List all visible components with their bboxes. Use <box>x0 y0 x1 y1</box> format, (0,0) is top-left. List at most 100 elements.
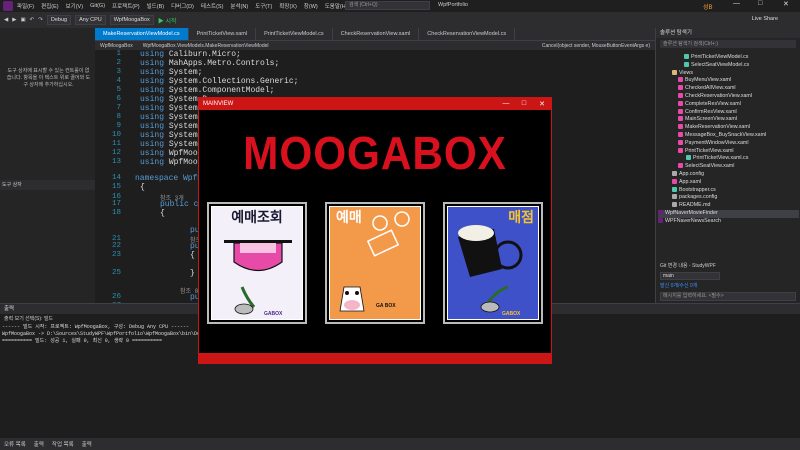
nav-project[interactable]: WpfMoogaBox <box>95 43 138 49</box>
user-avatar[interactable]: 성B <box>703 2 713 11</box>
tab-output[interactable]: 출력 <box>30 440 48 448</box>
solution-tree-item[interactable]: WPFNaverNewsSearch <box>658 218 799 226</box>
card-reservation-check[interactable]: 예매조회 GABOX <box>207 202 307 324</box>
mainview-minimize-button[interactable]: — <box>497 100 515 108</box>
config-select[interactable]: Debug <box>46 15 72 25</box>
line-number: 9 <box>116 122 121 130</box>
menu-window[interactable]: 창(W) <box>304 2 318 10</box>
solution-tree-item[interactable]: ConfirmResView.xaml <box>678 109 799 117</box>
file-icon <box>658 210 663 216</box>
doc-tab[interactable]: PrintTicketView.xaml <box>189 28 257 40</box>
solution-tree-item[interactable]: CompleteResView.xaml <box>678 101 799 109</box>
card-sub: GABOX <box>502 311 521 317</box>
card-snack-bar[interactable]: 매점 GABOX <box>443 202 543 324</box>
solution-tree-item[interactable]: SelectSeatView.xaml <box>678 163 799 171</box>
doc-tab[interactable]: MakeReservationViewModel.cs <box>95 28 189 40</box>
tree-item-label: CheckReservationView.xaml <box>685 93 753 99</box>
tab-task-list[interactable]: 작업 목록 <box>48 440 78 448</box>
solution-tree-item[interactable]: PrintTicketViewModel.cs <box>684 54 799 62</box>
line-number: 7 <box>116 104 121 112</box>
tree-item-label: packages.config <box>679 194 718 201</box>
tab-output-2[interactable]: 출력 <box>78 440 96 448</box>
menu-analyze[interactable]: 분석(N) <box>230 2 248 10</box>
commit-message-input[interactable]: 메시지를 입력하세요. <필수> <box>660 292 796 301</box>
save-icon[interactable]: ▣ <box>20 17 25 23</box>
live-share-button[interactable]: Live Share <box>752 16 778 22</box>
global-search-input[interactable]: 검색 (Ctrl+Q) <box>345 1 430 10</box>
start-button[interactable]: ▶ 시작 <box>158 16 177 25</box>
solution-tree-item[interactable]: README.md <box>672 202 799 210</box>
card-reservation[interactable]: 예매 GA BOX <box>325 202 425 324</box>
platform-select[interactable]: Any CPU <box>75 15 106 25</box>
solution-tree-item[interactable]: Bootstrapper.cs <box>672 187 799 195</box>
menu-view[interactable]: 보기(V) <box>66 2 83 10</box>
tree-item-label: ConfirmResView.xaml <box>685 108 737 115</box>
undo-icon[interactable]: ↶ <box>30 17 35 23</box>
doc-tab[interactable]: PrintTicketViewModel.cs <box>256 28 333 40</box>
file-icon <box>678 116 683 122</box>
redo-icon[interactable]: ↷ <box>38 17 43 23</box>
solution-tree-item[interactable]: PrintTicketView.xaml <box>678 148 799 156</box>
code-line: namespace WpfM <box>135 174 203 183</box>
solution-tree-item[interactable]: packages.config <box>672 194 799 202</box>
menu-build[interactable]: 빌드(B) <box>147 2 164 10</box>
menu-tools[interactable]: 도구(T) <box>255 2 272 10</box>
back-icon[interactable]: ◀ <box>4 17 8 23</box>
mainview-close-button[interactable]: ✕ <box>533 100 551 108</box>
toolbox-tab[interactable]: 도구 상자 <box>0 180 95 190</box>
solution-tree-item[interactable]: Views <box>672 70 799 78</box>
git-sync-link[interactable]: 발신 0개/수신 0개 <box>656 281 800 290</box>
menu-debug[interactable]: 디버그(D) <box>171 2 194 10</box>
solution-tree-item[interactable]: App.xaml <box>672 179 799 187</box>
close-button[interactable]: ✕ <box>783 0 789 8</box>
file-icon <box>658 217 663 223</box>
mainview-maximize-button[interactable]: □ <box>515 100 533 108</box>
menu-test[interactable]: 테스트(S) <box>201 2 224 10</box>
card-bg: 예매조회 GABOX <box>212 207 302 319</box>
card-sub: GABOX <box>264 311 283 317</box>
line-number: 13 <box>111 158 121 166</box>
forward-icon[interactable]: ▶ <box>12 17 16 23</box>
nav-member[interactable]: Cancel(object sender, MouseButtonEventAr… <box>537 43 655 49</box>
solution-tree-item[interactable]: MessageBox_BuySnackView.xaml <box>678 132 799 140</box>
menu-file[interactable]: 파일(F) <box>17 2 34 10</box>
doc-tab[interactable]: CheckReservationView.xaml <box>333 28 420 40</box>
solution-tree-item[interactable]: MakeReservationView.xaml <box>678 124 799 132</box>
restore-button[interactable]: □ <box>758 0 762 7</box>
startup-project-select[interactable]: WpfMoogaBox <box>109 15 154 25</box>
file-icon <box>678 85 683 91</box>
solution-tree-item[interactable]: PrintTicketView.xaml.cs <box>686 155 799 163</box>
line-number: 1 <box>116 50 121 58</box>
file-icon <box>672 171 677 177</box>
tab-error-list[interactable]: 오류 목록 <box>0 440 30 448</box>
tree-item-label: CompleteResView.xaml <box>685 100 741 107</box>
tree-item-label: PrintTicketView.xaml <box>685 147 734 154</box>
solution-tree-item[interactable]: CheckReservationView.xaml <box>678 93 799 101</box>
line-number: 3 <box>116 68 121 76</box>
code-line: } <box>190 269 195 278</box>
mainview-title: MAINVIEW <box>203 101 234 107</box>
mainview-titlebar[interactable]: MAINVIEW — □ ✕ <box>199 98 551 110</box>
solution-tree-item[interactable]: BuyMenuView.xaml <box>678 77 799 85</box>
menu-edit[interactable]: 편집(E) <box>41 2 58 10</box>
popcorn-icon <box>458 225 523 313</box>
menu-extensions[interactable]: 확장(X) <box>279 2 296 10</box>
doc-tab[interactable]: CheckReservationViewModel.cs <box>419 28 516 40</box>
card-bg: 매점 GABOX <box>448 207 538 319</box>
solution-tree-item[interactable]: SelectSeatViewModel.cs <box>684 62 799 70</box>
git-branch-select[interactable]: main <box>660 272 720 280</box>
solution-tree-item[interactable]: MainScreenView.xaml <box>678 116 799 124</box>
nav-class[interactable]: WpfMoogaBox.ViewModels.MakeReservationVi… <box>138 43 274 49</box>
solution-tree-item[interactable]: App.config <box>672 171 799 179</box>
solution-tree-item[interactable]: PaymentWindowView.xaml <box>678 140 799 148</box>
file-icon <box>678 124 683 130</box>
minimize-button[interactable]: — <box>733 0 740 7</box>
solution-tree-item[interactable]: WpfNaverMovieFinder <box>658 210 799 218</box>
mainview-window: MAINVIEW — □ ✕ MOOGABOX 예매조회 GABOX 예매 GA… <box>198 97 552 364</box>
menu-project[interactable]: 프로젝트(P) <box>112 2 140 10</box>
solution-explorer-search[interactable]: 솔루션 탐색기 검색(Ctrl+;) <box>660 40 796 48</box>
tree-item-label: BuyMenuView.xaml <box>685 77 732 84</box>
solution-explorer: 솔루션 탐색기 솔루션 탐색기 검색(Ctrl+;) PrintTicketVi… <box>655 28 800 260</box>
menu-git[interactable]: Git(G) <box>90 3 105 9</box>
solution-tree-item[interactable]: CheckedAllView.xaml <box>678 85 799 93</box>
